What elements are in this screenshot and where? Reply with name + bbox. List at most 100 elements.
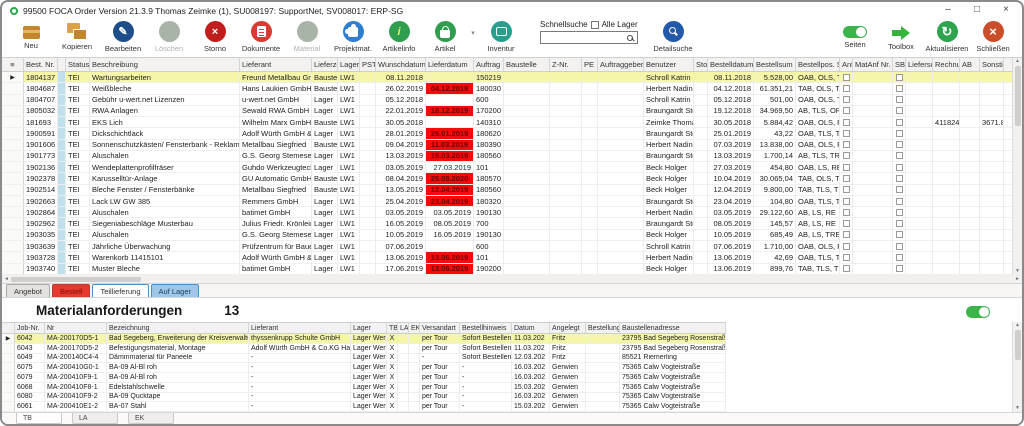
orders-header-auftraggeber[interactable]: Auftraggeber	[598, 58, 644, 71]
alle-lager-checkbox[interactable]	[590, 20, 599, 29]
cell-bestellhinweis[interactable]: -	[460, 363, 512, 372]
cell-bestellung[interactable]	[586, 363, 620, 372]
bottom-tab-tb[interactable]: TB	[16, 413, 62, 424]
cell-bestellsumme[interactable]: 5.884,42	[754, 117, 796, 128]
cell-lieferschein[interactable]	[906, 252, 933, 263]
cell-tb[interactable]: X	[387, 392, 398, 402]
cell-lieferschein[interactable]	[906, 72, 933, 83]
order-row[interactable]: 1902663 TEI Lack LW GW 385 Remmers GmbH Lage…	[2, 195, 1022, 208]
row-selector[interactable]	[2, 139, 24, 150]
cell-bezeichnung[interactable]: BA-09 Al-Bl roh	[107, 363, 249, 372]
cell-lieferdatum[interactable]: 13.06.2019	[426, 263, 474, 274]
cell-bestellpos_status[interactable]: TAB, TLS, TRE	[796, 263, 840, 274]
cell-bestellsumme[interactable]: 899,76	[754, 263, 796, 274]
cell-auftrag[interactable]: 180570	[474, 173, 504, 184]
cell-la[interactable]	[398, 392, 409, 402]
anf-checkbox[interactable]	[842, 96, 850, 104]
cell-sto[interactable]	[694, 195, 708, 207]
order-row[interactable]: 1902136 TEI Wendeplattenprofilfräser Guhdo …	[2, 162, 1022, 174]
cell-ab[interactable]	[960, 94, 980, 105]
cell-status[interactable]: TEI	[66, 150, 90, 162]
material-row[interactable]: 6068 MA-200410F8-1 Edelstahlschwelle - Lager…	[2, 382, 726, 393]
material-row[interactable]: 6075 MA-200410G0-1 BA-09 Al-Bl roh - Lager W…	[2, 363, 726, 373]
cell-bestellhinweis[interactable]: Sofort Bestellen	[460, 343, 512, 353]
cell-pst[interactable]	[360, 173, 376, 184]
cell-pe[interactable]	[582, 184, 598, 195]
cell-benutzer[interactable]: Braungardt Steven	[644, 105, 694, 117]
cell-wunschdatum[interactable]: 09.04.2019	[376, 139, 426, 150]
cell-sonstiges[interactable]	[980, 229, 1004, 240]
cell-lieferzeit[interactable]: Lager	[312, 128, 338, 139]
cell-auftrag[interactable]: 180560	[474, 184, 504, 195]
cell-bestellpos_status[interactable]: AB, LS, RE	[796, 218, 840, 229]
sb-checkbox[interactable]	[895, 107, 903, 115]
cell-pst[interactable]	[360, 195, 376, 207]
cell-bestellsumme[interactable]: 1.700,14	[754, 150, 796, 162]
cell-beschreibung[interactable]: Weißbleche	[90, 83, 240, 94]
cell-lieferzeit[interactable]: Lager	[312, 150, 338, 162]
cell-sto[interactable]	[694, 218, 708, 229]
cell-job_nr[interactable]: 6080	[15, 392, 45, 402]
cell-auftrag[interactable]: 170200	[474, 105, 504, 117]
cell-auftrag[interactable]: 180030	[474, 83, 504, 94]
cell-benutzer[interactable]: Braungardt Steven	[644, 128, 694, 139]
cell-bestellsumme[interactable]: 61.351,21	[754, 83, 796, 94]
cell-lieferzeit[interactable]: Lager	[312, 162, 338, 173]
cell-ek[interactable]	[409, 363, 420, 372]
cell-bestelldatum[interactable]: 27.03.2019	[708, 162, 754, 173]
cell-baustelle[interactable]	[504, 240, 550, 252]
cell-baustelle[interactable]	[504, 150, 550, 162]
cell-ek[interactable]	[409, 334, 420, 343]
cell-job_nr[interactable]: 6061	[15, 402, 45, 411]
material-header-job_nr[interactable]: Job-Nr.	[15, 323, 45, 333]
cell-bestellsumme[interactable]: 5.528,00	[754, 72, 796, 83]
cell-lieferant[interactable]: Julius Friedr. Krönlein	[240, 218, 312, 229]
cell-angelegt[interactable]: Fritz	[550, 353, 586, 363]
cell-lieferschein[interactable]	[906, 94, 933, 105]
cell-auftraggeber[interactable]	[598, 128, 644, 139]
row-selector[interactable]	[2, 173, 24, 184]
cell-pe[interactable]	[582, 218, 598, 229]
sb-checkbox[interactable]	[895, 73, 903, 81]
cell-sto[interactable]	[694, 128, 708, 139]
cell-bestellpos_status[interactable]: AB, TLS, ORE	[796, 105, 840, 117]
inventur-button[interactable]: Inventur	[478, 20, 524, 53]
cell-bestellhinweis[interactable]: Sofort Bestellen	[460, 353, 512, 363]
cell-lieferdatum[interactable]: 04.12.2018	[426, 83, 474, 94]
cell-z_nr[interactable]	[550, 207, 582, 218]
cell-auftrag[interactable]: 190130	[474, 229, 504, 240]
schliessen-button[interactable]: × Schließen	[970, 20, 1016, 53]
cell-tb[interactable]: X	[387, 334, 398, 343]
cell-status[interactable]: TEI	[66, 184, 90, 195]
cell-datum[interactable]: 15.03.202	[512, 382, 550, 392]
cell-bestellsumme[interactable]: 685,49	[754, 229, 796, 240]
cell-ab[interactable]	[960, 117, 980, 128]
orders-header-lieferant[interactable]: Lieferant	[240, 58, 312, 71]
cell-bestelldatum[interactable]: 04.12.2018	[708, 83, 754, 94]
cell-lager[interactable]: LW1	[338, 184, 360, 195]
cell-bestellhinweis[interactable]: -	[460, 373, 512, 382]
anf-checkbox[interactable]	[842, 163, 850, 171]
order-row[interactable]: 1902962 TEI Siegeniabeschläge Musterbau Jul…	[2, 218, 1022, 230]
cell-rechnung[interactable]	[933, 207, 960, 218]
cell-pst[interactable]	[360, 117, 376, 128]
cell-bestelldatum[interactable]: 13.03.2019	[708, 150, 754, 162]
cell-bestelldatum[interactable]: 08.05.2019	[708, 218, 754, 229]
detailsuche-button[interactable]: Detailsuche	[650, 20, 696, 53]
cell-sb[interactable]	[893, 195, 906, 207]
cell-bestellsumme[interactable]: 104,80	[754, 195, 796, 207]
material-header-datum[interactable]: Datum	[512, 323, 550, 333]
cell-sb[interactable]	[893, 184, 906, 195]
cell-benutzer[interactable]: Zeimke Thomas	[644, 117, 694, 128]
cell-lieferschein[interactable]	[906, 207, 933, 218]
cell-matanf_nr[interactable]	[853, 207, 893, 218]
cell-angelegt[interactable]: Fritz	[550, 343, 586, 353]
orders-header-baustelle[interactable]: Baustelle	[504, 58, 550, 71]
order-row[interactable]: 1804707 TEI Gebühr u-wert.net Lizenzen u-we…	[2, 94, 1022, 106]
cell-status[interactable]: TEI	[66, 139, 90, 150]
cell-nr[interactable]: MA-200410F9-2	[45, 392, 107, 402]
cell-lager[interactable]: LW1	[338, 128, 360, 139]
cell-beschreibung[interactable]: Aluschalen	[90, 207, 240, 218]
material-header-bestellhinweis[interactable]: Bestellhinweis	[460, 323, 512, 333]
cell-beschreibung[interactable]: Warenkorb 11415101	[90, 252, 240, 263]
